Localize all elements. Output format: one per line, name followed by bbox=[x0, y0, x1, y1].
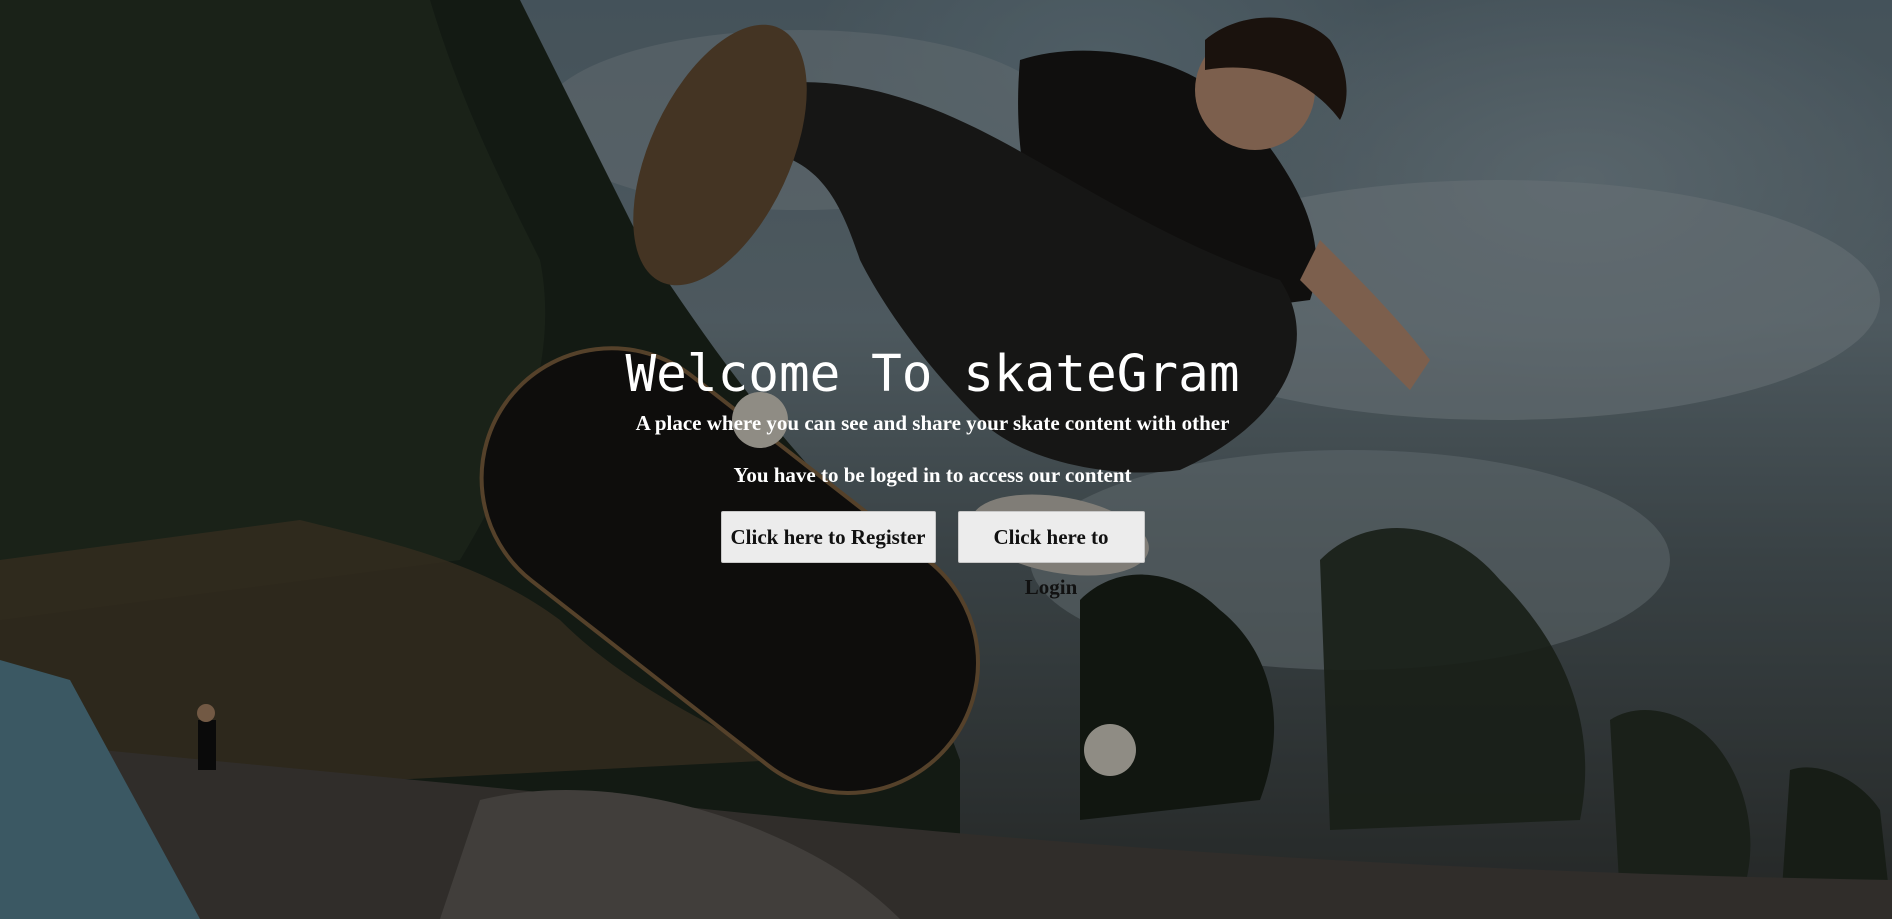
auth-button-group: Click here to Register Click here to Log… bbox=[0, 511, 1865, 599]
page-title: Welcome To skateGram bbox=[625, 345, 1240, 404]
register-button[interactable]: Click here to Register bbox=[720, 511, 936, 563]
login-button[interactable]: Click here to Login bbox=[957, 511, 1145, 599]
login-notice: You have to be loged in to access our co… bbox=[733, 463, 1132, 487]
page-subtitle: A place where you can see and share your… bbox=[635, 411, 1230, 435]
hero-content: Welcome To skateGram A place where you c… bbox=[0, 345, 1865, 599]
hero-section: Welcome To skateGram A place where you c… bbox=[0, 0, 1892, 919]
